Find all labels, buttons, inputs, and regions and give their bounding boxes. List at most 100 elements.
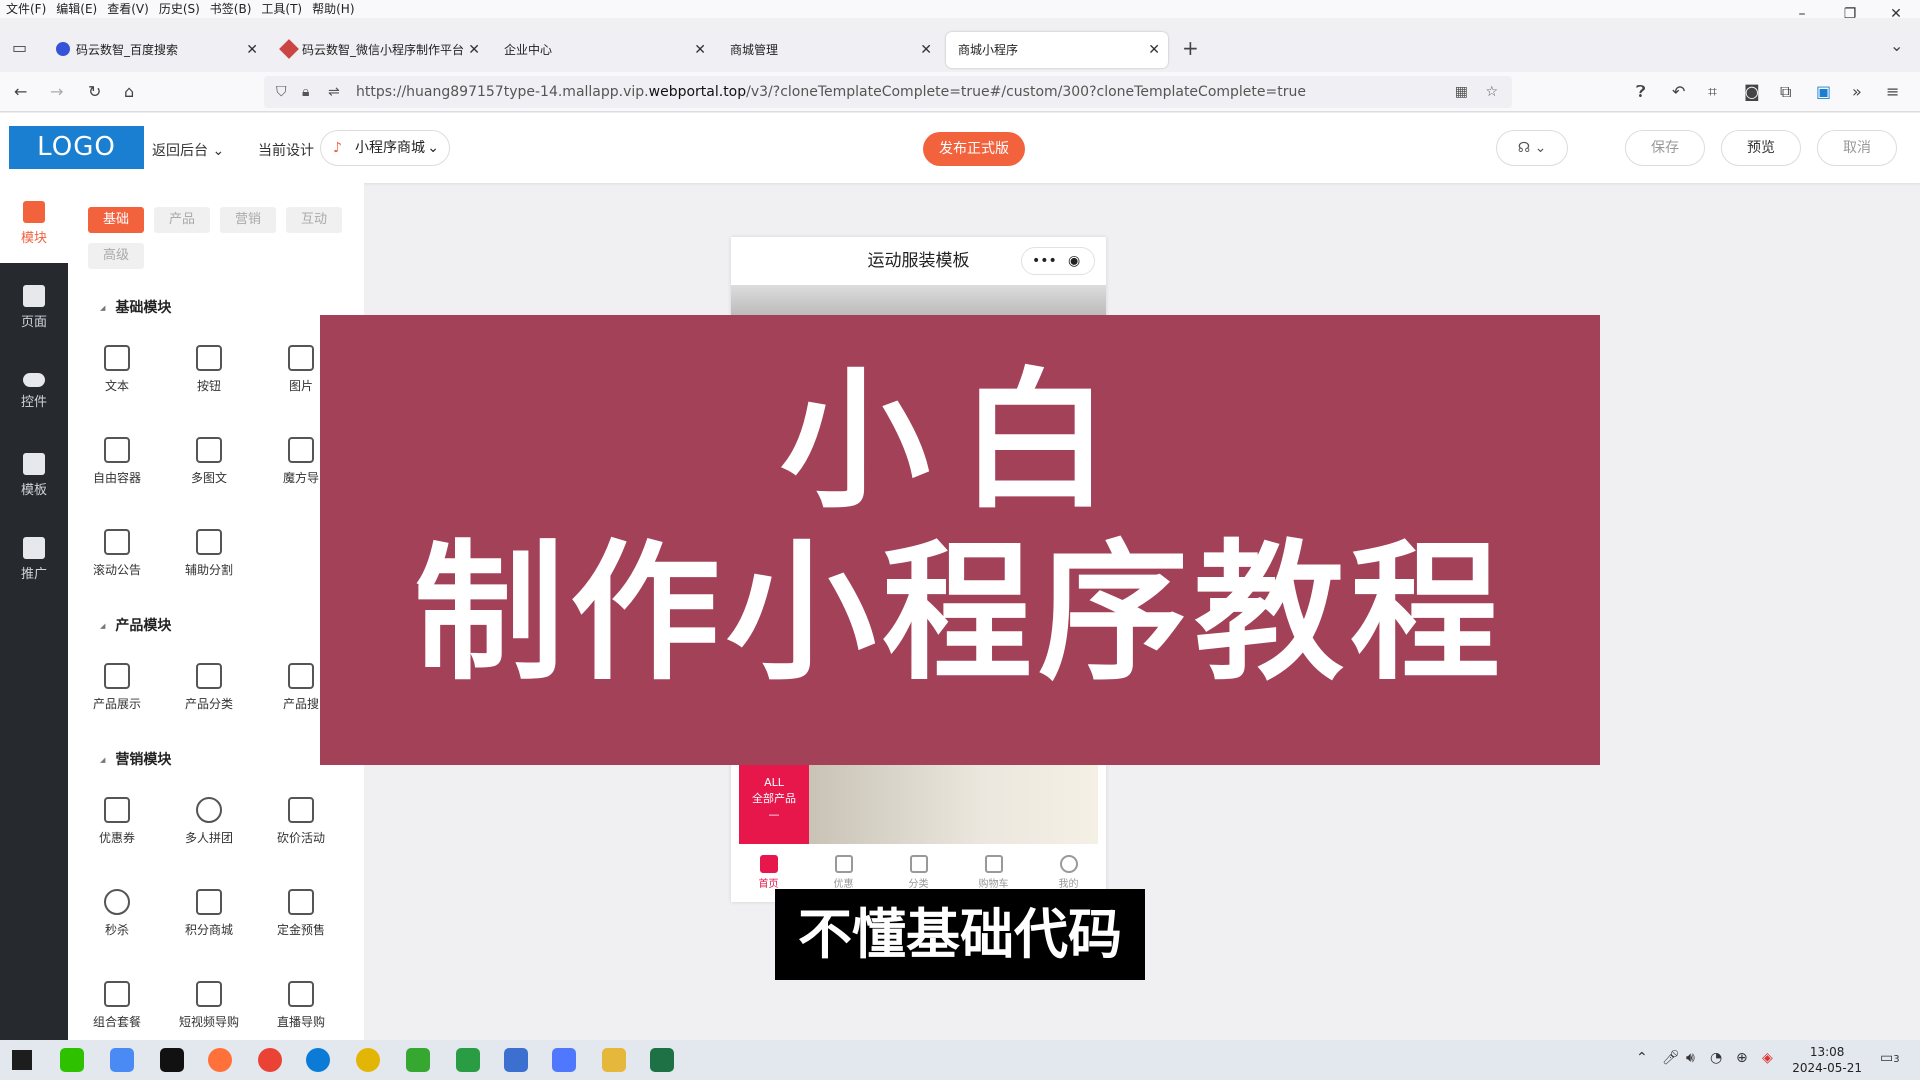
module-product-display[interactable]: 产品展示 [82,663,152,712]
tab-baidu[interactable]: 码云数智_百度搜索 ✕ [44,32,266,68]
hamburger-menu-icon[interactable]: ≡ [1886,82,1899,101]
rail-item-page[interactable]: 页面 [0,267,68,347]
menu-edit[interactable]: 编辑(E) [56,0,97,18]
module-points-mall[interactable]: 积分商城 [174,889,244,938]
menu-tools[interactable]: 工具(T) [261,0,302,18]
panel-tab-basic[interactable]: 基础 [88,207,144,233]
tray-chevron-icon[interactable]: ⌃ [1636,1050,1648,1066]
rail-item-template[interactable]: 模板 [0,435,68,515]
ie-icon[interactable] [406,1048,430,1072]
panel-tab-interaction[interactable]: 互动 [286,207,342,233]
publish-button[interactable]: 发布正式版 [923,132,1025,166]
editor-icon[interactable] [552,1048,576,1072]
module-live-shopping[interactable]: 直播导购 [266,981,336,1030]
notification-button[interactable]: ▭3 [1880,1050,1900,1066]
new-tab-icon[interactable]: + [1182,36,1199,60]
address-bar[interactable]: ⛉ 🔒︎ ⇌ https://huang897157type-14.mallap… [264,76,1512,108]
edge-icon[interactable] [306,1048,330,1072]
chrome-icon[interactable] [258,1048,282,1072]
app-icon[interactable] [110,1048,134,1072]
module-short-video[interactable]: 短视频导购 [174,981,244,1030]
close-tab-icon[interactable]: ✕ [920,32,932,68]
home-icon [759,855,778,873]
home-icon[interactable]: ⌂ [124,82,134,101]
tab-overview-icon[interactable]: ▭ [12,38,27,57]
reload-icon[interactable]: ↻ [88,82,101,101]
module-group-buy[interactable]: 多人拼团 [174,797,244,846]
menu-bookmarks[interactable]: 书签(B) [210,0,252,18]
rail-item-module[interactable]: 模块 [0,183,68,263]
close-tab-icon[interactable]: ✕ [468,32,480,68]
module-flash-sale[interactable]: 秒杀 [82,889,152,938]
preview-button[interactable]: 预览 [1721,130,1801,166]
module-icon [23,201,45,223]
close-tab-icon[interactable]: ✕ [1148,32,1160,68]
module-coupon[interactable]: 优惠券 [82,797,152,846]
tab-enterprise[interactable]: 企业中心 ✕ [492,32,714,68]
all-products-card[interactable]: ALL 全部产品 — [739,765,809,844]
ime-icon[interactable]: ⊕ [1736,1050,1748,1066]
antivirus-icon[interactable]: ◈ [1762,1050,1773,1066]
close-tab-icon[interactable]: ✕ [246,32,258,68]
panel-tab-advanced[interactable]: 高级 [88,243,144,269]
module-button[interactable]: 按钮 [174,345,244,394]
window-icon[interactable] [504,1048,528,1072]
save-button[interactable]: 保存 [1625,130,1705,166]
module-bargain[interactable]: 砍价活动 [266,797,336,846]
tab-mall-miniprogram[interactable]: 商城小程序 ✕ [946,32,1168,68]
gift-icon [834,855,853,873]
overflow-icon[interactable]: » [1852,82,1862,101]
module-deposit-presale[interactable]: 定金预售 [266,889,336,938]
menu-view[interactable]: 查看(V) [107,0,149,18]
360-browser-icon[interactable] [456,1048,480,1072]
cancel-button[interactable]: 取消 [1817,130,1897,166]
calendar-icon [288,889,314,915]
module-product-category[interactable]: 产品分类 [174,663,244,712]
panel-tab-marketing[interactable]: 营销 [220,207,276,233]
menu-help[interactable]: 帮助(H) [312,0,354,18]
panel-tab-product[interactable]: 产品 [154,207,210,233]
close-window-button[interactable]: ✕ [1876,0,1916,28]
qr-icon[interactable]: ▦ [1455,76,1468,108]
firefox-icon[interactable] [208,1048,232,1072]
wifi-icon[interactable]: ◔ [1710,1050,1722,1066]
help-icon[interactable]: ❓︎ [1636,82,1646,102]
restore-button[interactable]: ❐ [1830,0,1870,28]
tab-mayun[interactable]: 码云数智_微信小程序制作平台 ✕ [270,32,488,68]
microphone-icon[interactable]: 🎤︎ [1662,1050,1680,1066]
support-dropdown[interactable]: ☊ ⌄ [1496,130,1568,166]
rail-item-promote[interactable]: 推广 [0,519,68,599]
extension-icon[interactable]: ◙ [1744,82,1760,101]
windows-start-icon[interactable] [12,1050,32,1070]
module-multi-image-text[interactable]: 多图文 [174,437,244,486]
translate-icon[interactable]: ▣ [1816,82,1831,101]
browser-icon[interactable] [356,1048,380,1072]
design-selector[interactable]: ♪ 小程序商城 ⌄ [320,130,450,166]
module-text[interactable]: 文本 [82,345,152,394]
back-to-admin-button[interactable]: 返回后台 ⌄ [152,140,224,160]
qq-icon[interactable] [160,1048,184,1072]
menu-file[interactable]: 文件(F) [6,0,46,18]
module-scroll-notice[interactable]: 滚动公告 [82,529,152,578]
forward-icon[interactable]: → [50,82,63,101]
folder-icon[interactable] [602,1048,626,1072]
excel-icon[interactable] [650,1048,674,1072]
undo-icon[interactable]: ↶ [1672,82,1685,101]
module-divider[interactable]: 辅助分割 [174,529,244,578]
puzzle-icon[interactable]: ⧉ [1780,82,1791,102]
module-combo[interactable]: 组合套餐 [82,981,152,1030]
menu-history[interactable]: 历史(S) [159,0,200,18]
tab-mall-manage[interactable]: 商城管理 ✕ [718,32,940,68]
minimize-button[interactable]: – [1782,0,1822,28]
close-tab-icon[interactable]: ✕ [694,32,706,68]
capsule-menu[interactable]: ••• ◉ [1021,247,1095,275]
crop-icon[interactable]: ⌗ [1708,82,1717,102]
star-icon[interactable]: ☆ [1485,76,1498,108]
rail-item-control[interactable]: 控件 [0,351,68,431]
wechat-icon[interactable] [60,1048,84,1072]
module-free-container[interactable]: 自由容器 [82,437,152,486]
clock[interactable]: 13:08 2024-05-21 [1792,1044,1862,1076]
volume-icon[interactable]: 🔊︎ [1686,1050,1695,1066]
back-icon[interactable]: ← [14,82,27,101]
tab-list-chevron-icon[interactable]: ⌄ [1890,36,1903,55]
